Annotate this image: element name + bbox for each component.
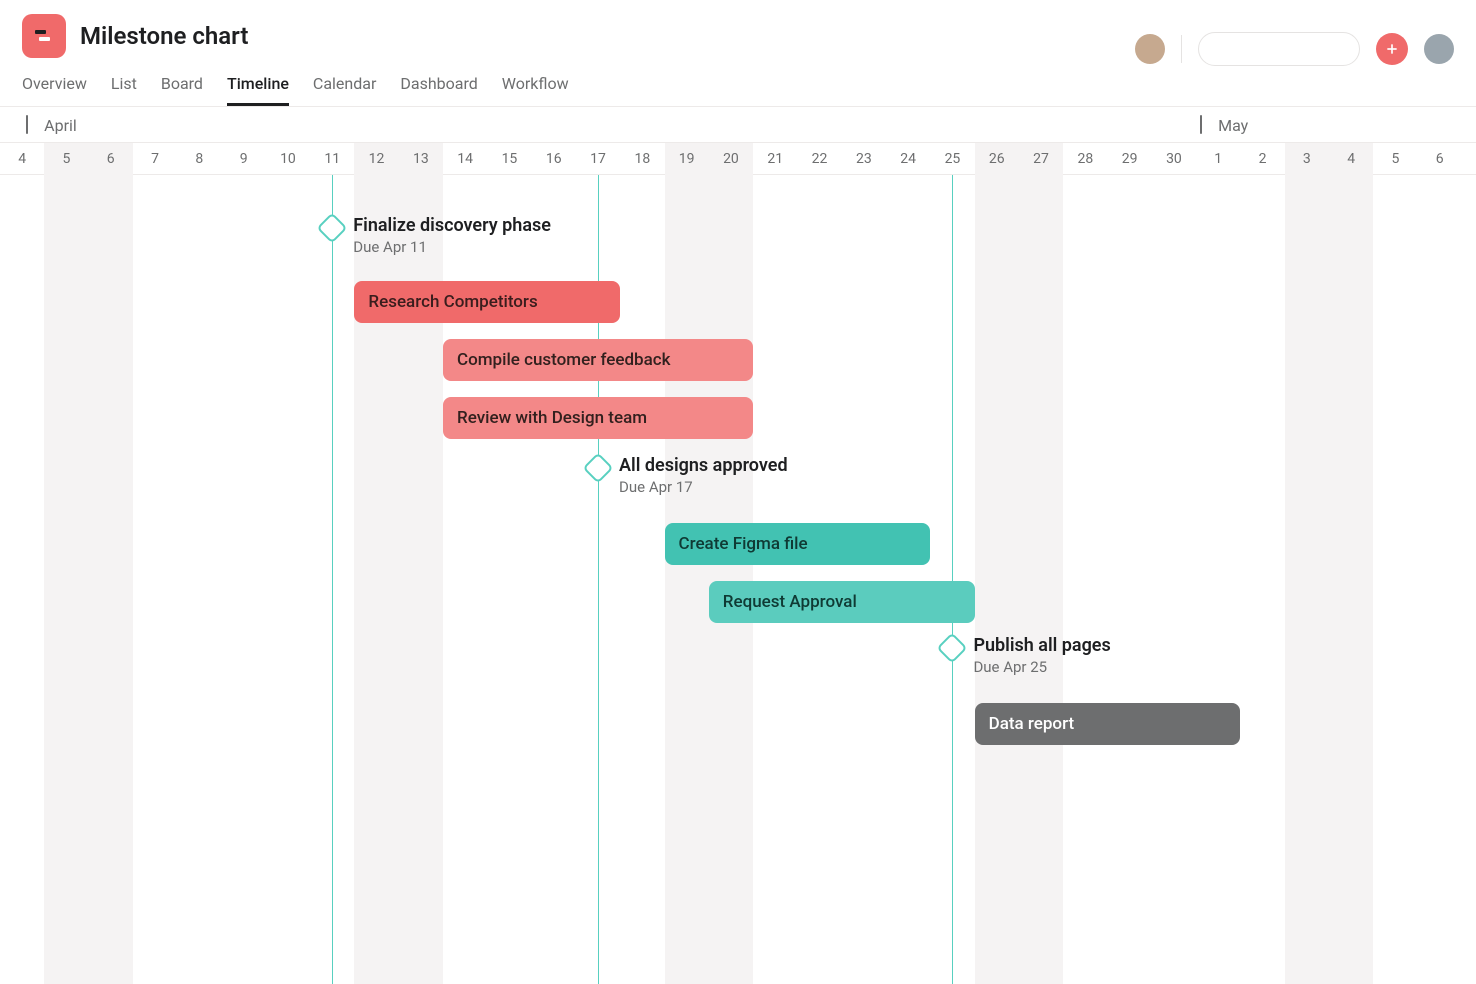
task-label: Request Approval <box>723 592 857 612</box>
milestone-title: Publish all pages <box>973 635 1110 656</box>
user-avatar[interactable] <box>1424 34 1454 64</box>
task-bar[interactable]: Data report <box>975 703 1241 745</box>
milestone-due: Due Apr 11 <box>353 238 551 256</box>
project-icon[interactable] <box>22 14 66 58</box>
day-header: 5 <box>44 143 88 175</box>
day-header: 6 <box>1418 143 1462 175</box>
day-header: 4 <box>0 143 44 175</box>
task-bar[interactable]: Create Figma file <box>665 523 931 565</box>
day-header: 20 <box>709 143 753 175</box>
milestone-title: All designs approved <box>619 455 788 476</box>
milestone-text: Finalize discovery phase Due Apr 11 <box>353 215 551 256</box>
tab-dashboard[interactable]: Dashboard <box>400 68 477 106</box>
day-header: 16 <box>532 143 576 175</box>
milestone-line <box>332 175 333 984</box>
day-header: 13 <box>399 143 443 175</box>
task-label: Review with Design team <box>457 408 647 428</box>
day-header: 4 <box>1329 143 1373 175</box>
milestone-diamond-icon <box>582 452 613 483</box>
milestone-chart-icon <box>32 24 56 48</box>
task-bar[interactable]: Research Competitors <box>354 281 620 323</box>
month-tick <box>26 115 28 134</box>
month-label: April <box>32 107 77 143</box>
day-header: 14 <box>443 143 487 175</box>
add-button[interactable] <box>1376 33 1408 65</box>
tab-workflow[interactable]: Workflow <box>502 68 569 106</box>
header-left: Milestone chart Overview List Board Timelin… <box>22 14 569 106</box>
day-header: 3 <box>1285 143 1329 175</box>
task-bar[interactable]: Review with Design team <box>443 397 753 439</box>
task-label: Compile customer feedback <box>457 350 671 370</box>
divider <box>1181 35 1182 63</box>
day-header: 10 <box>266 143 310 175</box>
tasks-layer: Finalize discovery phase Due Apr 11 All de… <box>0 175 1476 984</box>
milestone-title: Finalize discovery phase <box>353 215 551 236</box>
day-header: 18 <box>620 143 664 175</box>
day-header: 30 <box>1152 143 1196 175</box>
day-header: 11 <box>310 143 354 175</box>
day-header: 5 <box>1373 143 1417 175</box>
title-row: Milestone chart <box>22 14 569 58</box>
month-label: May <box>1206 107 1248 143</box>
timeline-grid[interactable]: Finalize discovery phase Due Apr 11 All de… <box>0 175 1476 984</box>
timeline: AprilMay 4567891011121314151617181920212… <box>0 106 1476 984</box>
day-header: 26 <box>975 143 1019 175</box>
month-tick <box>1200 115 1202 134</box>
tab-timeline[interactable]: Timeline <box>227 68 289 106</box>
milestone[interactable]: All designs approved Due Apr 17 <box>587 455 788 496</box>
day-header: 7 <box>133 143 177 175</box>
task-label: Data report <box>989 714 1075 734</box>
milestone-line <box>952 175 953 984</box>
day-row: 4567891011121314151617181920212223242526… <box>0 143 1476 175</box>
milestone-due: Due Apr 25 <box>973 658 1110 676</box>
header-right <box>1135 32 1454 66</box>
app-header: Milestone chart Overview List Board Timelin… <box>0 0 1476 106</box>
day-header: 25 <box>930 143 974 175</box>
day-header: 17 <box>576 143 620 175</box>
page-title: Milestone chart <box>80 22 248 50</box>
tab-list[interactable]: List <box>111 68 137 106</box>
day-header: 8 <box>177 143 221 175</box>
tab-board[interactable]: Board <box>161 68 203 106</box>
tab-overview[interactable]: Overview <box>22 68 87 106</box>
milestone[interactable]: Finalize discovery phase Due Apr 11 <box>321 215 551 256</box>
task-bar[interactable]: Compile customer feedback <box>443 339 753 381</box>
member-avatar-1[interactable] <box>1135 34 1165 64</box>
day-header: 6 <box>89 143 133 175</box>
task-label: Create Figma file <box>679 534 808 554</box>
day-header: 24 <box>886 143 930 175</box>
day-header: 28 <box>1063 143 1107 175</box>
milestone-diamond-icon <box>317 212 348 243</box>
search-box[interactable] <box>1198 32 1360 66</box>
view-tabs: Overview List Board Timeline Calendar Dashboa… <box>22 68 569 106</box>
plus-icon <box>1384 41 1400 57</box>
day-header: 12 <box>354 143 398 175</box>
day-header: 1 <box>1196 143 1240 175</box>
day-header: 15 <box>487 143 531 175</box>
day-header: 27 <box>1019 143 1063 175</box>
day-header: 19 <box>665 143 709 175</box>
task-label: Research Competitors <box>368 292 537 312</box>
day-header: 21 <box>753 143 797 175</box>
day-header: 2 <box>1240 143 1284 175</box>
day-header: 9 <box>222 143 266 175</box>
day-header: 29 <box>1108 143 1152 175</box>
day-header: 23 <box>842 143 886 175</box>
task-bar[interactable]: Request Approval <box>709 581 975 623</box>
milestone-diamond-icon <box>937 632 968 663</box>
day-header: 22 <box>797 143 841 175</box>
milestone-text: Publish all pages Due Apr 25 <box>973 635 1110 676</box>
month-row: April May <box>0 107 1476 143</box>
milestone[interactable]: Publish all pages Due Apr 25 <box>941 635 1110 676</box>
milestone-text: All designs approved Due Apr 17 <box>619 455 788 496</box>
milestone-due: Due Apr 17 <box>619 478 788 496</box>
tab-calendar[interactable]: Calendar <box>313 68 376 106</box>
